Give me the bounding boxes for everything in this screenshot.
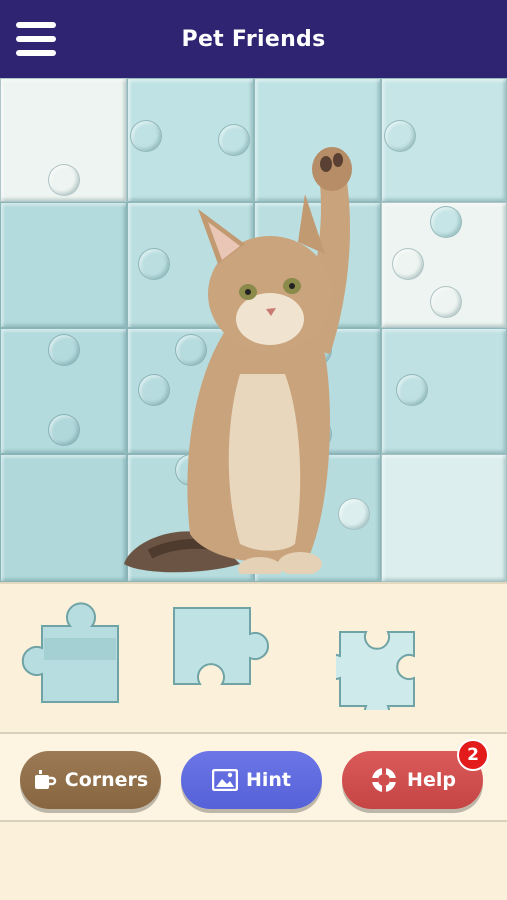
page-title: Pet Friends [181, 26, 326, 52]
puzzle-knob [48, 414, 80, 446]
corners-button[interactable]: Corners [20, 751, 161, 809]
puzzle-knob [384, 120, 416, 152]
puzzle-knob [392, 248, 424, 280]
puzzle-knob [396, 374, 428, 406]
image-icon [211, 769, 238, 791]
kitten-image [124, 147, 352, 574]
loose-puzzle-piece[interactable] [170, 604, 282, 688]
puzzle-knob [430, 286, 462, 318]
puzzle-tile[interactable] [0, 454, 127, 582]
hint-button[interactable]: Hint [181, 751, 322, 809]
bottom-area [0, 822, 507, 900]
puzzle-knob [430, 206, 462, 238]
mug-icon [33, 769, 57, 791]
app-header: Pet Friends [0, 0, 507, 78]
loose-puzzle-piece[interactable] [336, 628, 420, 710]
help-button-label: Help [407, 769, 456, 791]
lifebuoy-icon [369, 765, 399, 795]
puzzle-tile[interactable] [381, 454, 507, 582]
hint-button-label: Hint [245, 769, 292, 791]
puzzle-knob [48, 164, 80, 196]
loose-puzzle-piece[interactable] [14, 598, 122, 708]
puzzle-board[interactable] [0, 78, 507, 582]
help-button[interactable]: Help 2 [342, 739, 489, 809]
hamburger-menu-icon[interactable] [16, 22, 56, 56]
action-bar: Corners Hint Help 2 [0, 732, 507, 822]
corners-button-label: Corners [64, 769, 149, 791]
puzzle-tile[interactable] [0, 202, 127, 328]
puzzle-knob [48, 334, 80, 366]
piece-tray [0, 582, 507, 732]
help-count-badge: 2 [457, 739, 489, 771]
